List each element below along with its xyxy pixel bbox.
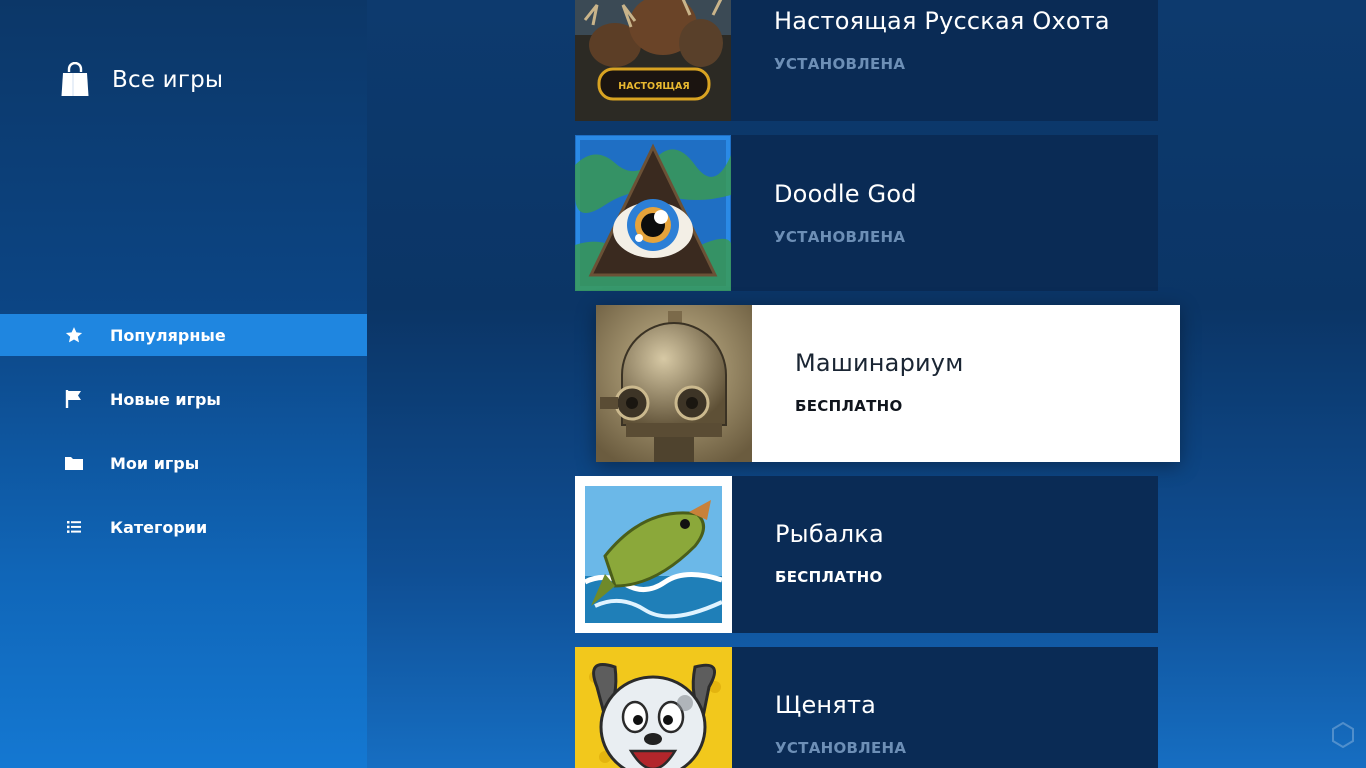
game-info: Щенята УСТАНОВЛЕНА [732, 647, 906, 768]
game-status: УСТАНОВЛЕНА [774, 228, 906, 246]
game-status: УСТАНОВЛЕНА [774, 55, 906, 73]
game-card-puppies[interactable]: Щенята УСТАНОВЛЕНА [575, 647, 1158, 768]
game-info: Машинариум БЕСПЛАТНО [752, 305, 964, 462]
hunting-logo-text: НАСТОЯЩАЯ [618, 81, 689, 92]
game-title: Настоящая Русская Охота [774, 7, 1110, 35]
game-title: Машинариум [795, 349, 964, 377]
fish-thumbnail [575, 476, 732, 633]
games-list: НАСТОЯЩАЯ Настоящая Русская Охота УСТАНО… [0, 0, 1366, 768]
game-title: Doodle God [774, 180, 917, 208]
watermark-icon [1332, 721, 1354, 749]
game-info: Рыбалка БЕСПЛАТНО [732, 476, 884, 633]
game-card-machinarium[interactable]: Машинариум БЕСПЛАТНО [596, 305, 1180, 462]
game-title: Рыбалка [775, 520, 884, 548]
game-info: Настоящая Русская Охота УСТАНОВЛЕНА [731, 0, 1110, 121]
puppy-thumbnail [575, 647, 732, 768]
game-info: Doodle God УСТАНОВЛЕНА [731, 135, 917, 291]
game-status: УСТАНОВЛЕНА [775, 739, 907, 757]
robot-head-thumbnail [596, 305, 752, 462]
game-status: БЕСПЛАТНО [795, 397, 903, 415]
game-card-fishing[interactable]: Рыбалка БЕСПЛАТНО [575, 476, 1158, 633]
hunting-game-thumbnail: НАСТОЯЩАЯ [575, 0, 731, 121]
eye-pyramid-thumbnail [575, 135, 731, 291]
game-title: Щенята [775, 691, 877, 719]
game-card-russian-hunt[interactable]: НАСТОЯЩАЯ Настоящая Русская Охота УСТАНО… [575, 0, 1158, 121]
game-status: БЕСПЛАТНО [775, 568, 883, 586]
game-card-doodle-god[interactable]: Doodle God УСТАНОВЛЕНА [575, 135, 1158, 291]
